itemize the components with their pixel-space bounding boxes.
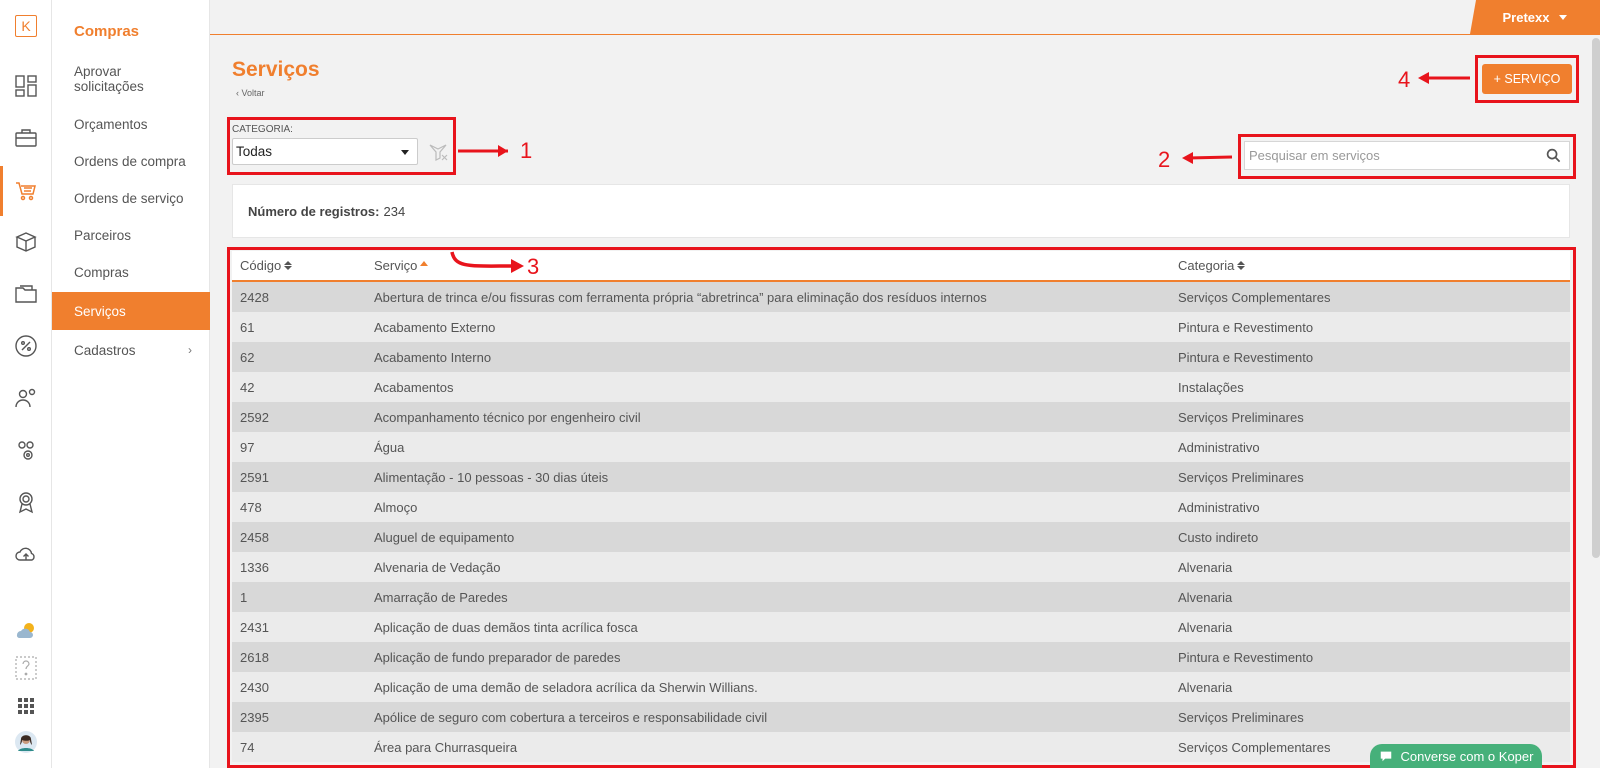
nav-item-label: Parceiros	[74, 227, 132, 243]
header-divider	[210, 34, 1600, 35]
koper-logo[interactable]: K	[15, 15, 37, 37]
back-label: Voltar	[241, 88, 265, 98]
chat-widget-button[interactable]: Converse com o Koper	[1370, 744, 1542, 768]
nav-item-label: Aprovar solicitações	[74, 64, 144, 94]
chevron-right-icon: ›	[188, 343, 192, 357]
weather-icon[interactable]	[12, 616, 40, 644]
nav-item-ordens-de-compra[interactable]: Ordens de compra	[52, 151, 210, 171]
help-icon[interactable]	[12, 654, 40, 682]
cloud-upload-icon[interactable]	[12, 540, 40, 568]
nav-item-label: Ordens de compra	[74, 153, 186, 169]
settings-people-icon[interactable]	[12, 436, 40, 464]
nav-item-label: Orçamentos	[74, 116, 148, 132]
annotation-number-2: 2	[1158, 147, 1171, 172]
annotation-box-2	[1238, 134, 1576, 179]
percent-icon[interactable]	[12, 332, 40, 360]
nav-section-title: Compras	[74, 23, 140, 40]
annotation-box-1	[227, 117, 456, 175]
annotation-number-1: 1	[520, 138, 533, 163]
caret-down-icon	[1559, 14, 1568, 20]
record-count: Número de registros: 234	[232, 184, 1570, 238]
nav-item-label: Ordens de serviço	[74, 190, 184, 206]
folder-icon[interactable]	[12, 280, 40, 308]
nav-item-servicos[interactable]: Serviços	[52, 292, 210, 330]
briefcase-icon[interactable]	[12, 124, 40, 152]
nav-item-compras[interactable]: Compras	[52, 262, 210, 282]
nav-item-label: Cadastros	[74, 342, 136, 358]
record-count-label: Número de registros:	[248, 203, 380, 219]
annotation-number-3: 3	[527, 254, 540, 279]
apps-grid-icon[interactable]	[12, 692, 40, 720]
workers-icon[interactable]	[12, 384, 40, 412]
rail-active-indicator	[0, 166, 3, 216]
icon-rail: K	[0, 0, 52, 768]
page-title: Serviços	[232, 58, 320, 81]
nav-item-aprovar-solicitacoes[interactable]: Aprovar solicitações	[52, 62, 210, 96]
user-menu[interactable]: Pretexx	[1470, 0, 1600, 34]
avatar[interactable]	[12, 728, 40, 756]
cart-icon[interactable]	[12, 177, 40, 205]
nav-item-label: Serviços	[74, 303, 126, 319]
annotation-number-4: 4	[1398, 67, 1411, 92]
chat-bubble-icon	[1380, 751, 1391, 762]
user-name: Pretexx	[1502, 9, 1550, 25]
award-icon[interactable]	[12, 488, 40, 516]
nav-item-cadastros[interactable]: Cadastros ›	[52, 340, 210, 360]
dashboard-icon[interactable]	[12, 72, 40, 100]
chat-label: Converse com o Koper	[1400, 748, 1534, 764]
boxes-icon[interactable]	[12, 228, 40, 256]
nav-item-ordens-de-servico[interactable]: Ordens de serviço	[52, 188, 210, 208]
nav-item-label: Compras	[74, 264, 129, 280]
back-link[interactable]: ‹ Voltar	[236, 88, 265, 98]
record-count-value: 234	[383, 203, 406, 219]
nav-item-parceiros[interactable]: Parceiros	[52, 225, 210, 245]
section-nav: Compras Aprovar solicitações Orçamentos …	[52, 0, 210, 768]
annotation-box-4	[1475, 55, 1579, 103]
annotation-box-3	[227, 247, 1576, 768]
page-scrollbar[interactable]	[1592, 38, 1600, 558]
nav-item-orcamentos[interactable]: Orçamentos	[52, 114, 210, 134]
